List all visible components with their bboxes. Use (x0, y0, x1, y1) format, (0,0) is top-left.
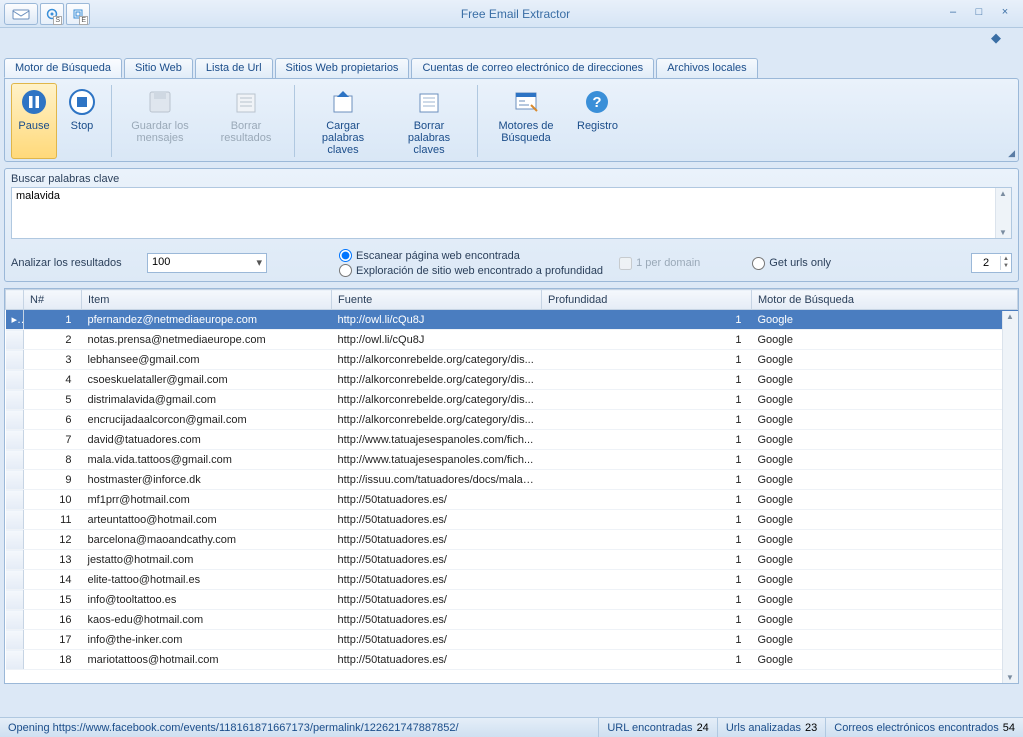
col-n[interactable]: N# (24, 290, 82, 310)
col-motor[interactable]: Motor de Búsqueda (752, 290, 1018, 310)
textarea-scrollbar[interactable] (995, 188, 1011, 238)
analyze-label: Analizar los resultados (11, 257, 131, 269)
table-row[interactable]: 5distrimalavida@gmail.comhttp://alkorcon… (6, 390, 1018, 410)
save-icon (144, 86, 176, 118)
table-row[interactable]: 10mf1prr@hotmail.comhttp://50tatuadores.… (6, 490, 1018, 510)
svg-text:?: ? (593, 94, 602, 111)
results-count-combo[interactable]: 100 (147, 253, 267, 273)
explore-site-radio[interactable]: Exploración de sitio web encontrado a pr… (339, 264, 603, 277)
stop-icon (66, 86, 98, 118)
table-row[interactable]: ▸1pfernandez@netmediaeurope.comhttp://ow… (6, 310, 1018, 330)
pause-button[interactable]: Pause (11, 83, 57, 159)
table-row[interactable]: 4csoeskuelataller@gmail.comhttp://alkorc… (6, 370, 1018, 390)
get-urls-only-radio[interactable]: Get urls only (752, 257, 831, 270)
ribbon: Pause Stop Guardar los mensajes Borrar r… (4, 78, 1019, 162)
col-fuente[interactable]: Fuente (332, 290, 542, 310)
search-engines-icon (510, 86, 542, 118)
status-urls-found: URL encontradas 24 (599, 718, 717, 737)
load-keywords-button[interactable]: Cargar palabras claves (301, 83, 385, 159)
search-label: Buscar palabras clave (11, 173, 1012, 185)
tab-owner-sites[interactable]: Sitios Web propietarios (275, 58, 410, 78)
table-row[interactable]: 13jestatto@hotmail.comhttp://50tatuadore… (6, 550, 1018, 570)
table-row[interactable]: 2notas.prensa@netmediaeurope.comhttp://o… (6, 330, 1018, 350)
app-menu-button[interactable] (4, 3, 38, 25)
log-button[interactable]: ? Registro (570, 83, 625, 159)
main-tabs: Motor de Búsqueda Sitio Web Lista de Url… (0, 58, 1023, 78)
pause-icon (18, 86, 50, 118)
clear-keywords-icon (413, 86, 445, 118)
tab-website[interactable]: Sitio Web (124, 58, 193, 78)
table-row[interactable]: 18mariotattoos@hotmail.comhttp://50tatua… (6, 650, 1018, 670)
table-row[interactable]: 17info@the-inker.comhttp://50tatuadores.… (6, 630, 1018, 650)
search-panel: Buscar palabras clave Analizar los resul… (4, 168, 1019, 282)
ribbon-expand-icon[interactable]: ◢ (1008, 148, 1015, 159)
scan-page-radio[interactable]: Escanear página web encontrada (339, 249, 603, 262)
minimize-button[interactable]: – (941, 6, 965, 22)
table-row[interactable]: 8mala.vida.tattoos@gmail.comhttp://www.t… (6, 450, 1018, 470)
results-grid: N# Item Fuente Profundidad Motor de Búsq… (4, 288, 1019, 684)
keywords-input[interactable] (16, 190, 991, 236)
table-row[interactable]: 14elite-tattoo@hotmail.eshttp://50tatuad… (6, 570, 1018, 590)
help-icon[interactable]: ◆ (991, 30, 1013, 48)
table-row[interactable]: 11arteuntattoo@hotmail.comhttp://50tatua… (6, 510, 1018, 530)
save-messages-button: Guardar los mensajes (118, 83, 202, 159)
quick-settings-button[interactable]: S (40, 3, 64, 25)
search-engines-button[interactable]: Motores de Búsqueda (484, 83, 568, 159)
depth-spinner[interactable]: 2 ▲▼ (971, 253, 1012, 273)
table-row[interactable]: 7david@tatuadores.comhttp://www.tatuajes… (6, 430, 1018, 450)
table-row[interactable]: 9hostmaster@inforce.dkhttp://issuu.com/t… (6, 470, 1018, 490)
table-row[interactable]: 12barcelona@maoandcathy.comhttp://50tatu… (6, 530, 1018, 550)
table-row[interactable]: 16kaos-edu@hotmail.comhttp://50tatuadore… (6, 610, 1018, 630)
table-row[interactable]: 6encrucijadaalcorcon@gmail.comhttp://alk… (6, 410, 1018, 430)
status-opening: Opening https://www.facebook.com/events/… (0, 718, 599, 737)
clear-results-button: Borrar resultados (204, 83, 288, 159)
col-profundidad[interactable]: Profundidad (542, 290, 752, 310)
maximize-button[interactable]: □ (967, 6, 991, 22)
table-row[interactable]: 15info@tooltattoo.eshttp://50tatuadores.… (6, 590, 1018, 610)
tab-search-engine[interactable]: Motor de Búsqueda (4, 58, 122, 78)
status-bar: Opening https://www.facebook.com/events/… (0, 717, 1023, 737)
grid-scrollbar[interactable] (1002, 311, 1018, 683)
per-domain-checkbox: 1 per domain (619, 257, 700, 270)
clear-results-icon (230, 86, 262, 118)
tab-url-list[interactable]: Lista de Url (195, 58, 273, 78)
quick-export-button[interactable]: E (66, 3, 90, 25)
titlebar: S E Free Email Extractor – □ × (0, 0, 1023, 28)
stop-button[interactable]: Stop (59, 83, 105, 159)
tab-local-files[interactable]: Archivos locales (656, 58, 757, 78)
close-button[interactable]: × (993, 6, 1017, 22)
grid-header-row: N# Item Fuente Profundidad Motor de Búsq… (6, 290, 1018, 310)
table-row[interactable]: 3lebhansee@gmail.comhttp://alkorconrebel… (6, 350, 1018, 370)
status-urls-analyzed: Urls analizadas 23 (718, 718, 826, 737)
log-icon: ? (581, 86, 613, 118)
load-keywords-icon (327, 86, 359, 118)
window-title: Free Email Extractor (90, 7, 941, 21)
col-item[interactable]: Item (82, 290, 332, 310)
clear-keywords-button[interactable]: Borrar palabras claves (387, 83, 471, 159)
status-emails-found: Correos electrónicos encontrados 54 (826, 718, 1023, 737)
tab-email-accounts[interactable]: Cuentas de correo electrónico de direcci… (411, 58, 654, 78)
